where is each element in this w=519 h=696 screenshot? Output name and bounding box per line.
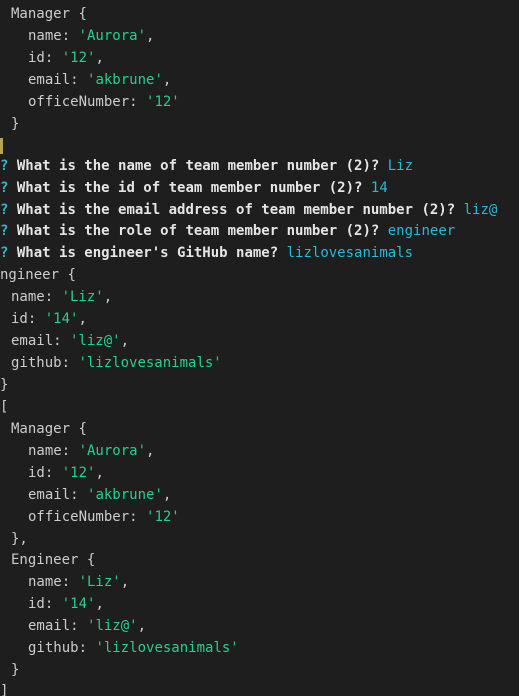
- field-line: email: 'akbrune',: [28, 72, 172, 88]
- field-line: email: 'akbrune',: [28, 487, 172, 503]
- field-key: name: [28, 443, 62, 459]
- field-line: id: '12',: [28, 50, 104, 66]
- field-key: id: [28, 465, 45, 481]
- field-trail: ,: [137, 618, 147, 634]
- field-line: name: 'Aurora',: [28, 28, 155, 44]
- field-line: id: '14',: [28, 596, 104, 612]
- class-name: Manager: [11, 421, 71, 437]
- field-line: email: 'liz@',: [28, 618, 147, 634]
- terminal-output[interactable]: Manager { name: 'Aurora', id: '12', emai…: [0, 0, 519, 696]
- prompt-answer: 14: [370, 180, 388, 196]
- field-trail: ,: [120, 574, 130, 590]
- prompt-line: ? What is the email address of team memb…: [0, 199, 497, 221]
- field-key: name: [28, 28, 62, 44]
- prompt-question: What is the id of team member number (2)…: [16, 180, 363, 196]
- prompt-mark: ?: [0, 245, 9, 261]
- field-key: id: [28, 50, 45, 66]
- prompt-question: What is the role of team member number (…: [16, 223, 380, 239]
- field-value: 'Liz': [78, 574, 121, 590]
- prompt-mark: ?: [0, 202, 9, 218]
- field-key: github: [11, 355, 62, 371]
- field-key: officeNumber: [28, 94, 130, 110]
- field-key: email: [11, 333, 54, 349]
- prompt-question: What is the email address of team member…: [16, 202, 456, 218]
- array-open: [: [0, 399, 9, 415]
- field-value: 'Aurora': [78, 443, 147, 459]
- field-value: '12': [146, 509, 180, 525]
- prompt-answer: liz@: [463, 202, 498, 218]
- prompt-question: What is engineer's GitHub name?: [16, 245, 279, 261]
- field-line: officeNumber: '12': [28, 509, 180, 525]
- field-trail: ,: [146, 443, 155, 459]
- field-line: name: 'Aurora',: [28, 443, 155, 459]
- prompt-line: ? What is the id of team member number (…: [0, 177, 388, 199]
- field-trail: ,: [162, 72, 172, 88]
- field-line: name: 'Liz',: [11, 289, 113, 305]
- prompt-answer: engineer: [387, 223, 456, 239]
- field-line: email: 'liz@',: [11, 333, 130, 349]
- field-trail: ,: [95, 50, 104, 66]
- field-value: 'Aurora': [78, 28, 147, 44]
- field-key: id: [11, 311, 28, 327]
- field-value: 'lizlovesanimals': [78, 355, 222, 371]
- field-line: github: 'lizlovesanimals': [11, 355, 222, 371]
- manager-class-line-2: Manager {: [11, 421, 87, 437]
- field-line: name: 'Liz',: [28, 574, 130, 590]
- field-value: 'akbrune': [87, 487, 163, 503]
- prompt-answer: lizlovesanimals: [286, 245, 414, 261]
- field-line: id: '12',: [28, 465, 104, 481]
- field-value: 'liz@': [70, 333, 121, 349]
- field-value: '12': [61, 50, 96, 66]
- prompt-line: ? What is engineer's GitHub name? lizlov…: [0, 242, 413, 264]
- field-key: email: [28, 72, 71, 88]
- field-value: '14': [44, 311, 79, 327]
- field-key: officeNumber: [28, 509, 130, 525]
- class-name: Manager: [11, 6, 71, 22]
- field-trail: ,: [146, 28, 155, 44]
- class-name: Engineer: [11, 552, 79, 568]
- field-line: github: 'lizlovesanimals': [28, 640, 239, 656]
- field-key: name: [11, 289, 45, 305]
- prompt-mark: ?: [0, 223, 9, 239]
- prompt-line: ? What is the role of team member number…: [0, 220, 455, 242]
- closing-brace: },: [11, 531, 28, 547]
- prompt-line: ? What is the name of team member number…: [0, 155, 413, 177]
- closing-brace: }: [0, 377, 9, 393]
- field-key: name: [28, 574, 62, 590]
- field-value: 'Liz': [61, 289, 104, 305]
- field-key: github: [28, 640, 79, 656]
- field-trail: ,: [103, 289, 113, 305]
- manager-class-line-1: Manager {: [11, 6, 87, 22]
- field-value: 'liz@': [87, 618, 138, 634]
- field-trail: ,: [78, 311, 87, 327]
- field-line: id: '14',: [11, 311, 87, 327]
- engineer-class-line-1: ngineer {: [0, 267, 76, 283]
- class-name: ngineer: [0, 267, 60, 283]
- prompt-mark: ?: [0, 158, 9, 174]
- field-value: 'akbrune': [87, 72, 163, 88]
- field-value: '14': [61, 596, 96, 612]
- gutter-marker: [0, 138, 3, 154]
- field-value: '12': [61, 465, 96, 481]
- field-line: officeNumber: '12': [28, 94, 180, 110]
- field-trail: ,: [95, 465, 104, 481]
- field-value: 'lizlovesanimals': [95, 640, 239, 656]
- engineer-class-line-2: Engineer {: [11, 552, 96, 568]
- field-key: email: [28, 618, 71, 634]
- closing-brace: }: [11, 116, 20, 132]
- field-key: email: [28, 487, 71, 503]
- field-key: id: [28, 596, 45, 612]
- prompt-answer: Liz: [387, 158, 414, 174]
- field-trail: ,: [95, 596, 104, 612]
- closing-brace: }: [11, 662, 20, 678]
- field-value: '12': [146, 94, 180, 110]
- array-close: ]: [0, 683, 9, 696]
- prompt-mark: ?: [0, 180, 9, 196]
- field-trail: ,: [120, 333, 130, 349]
- prompt-question: What is the name of team member number (…: [16, 158, 380, 174]
- field-trail: ,: [162, 487, 172, 503]
